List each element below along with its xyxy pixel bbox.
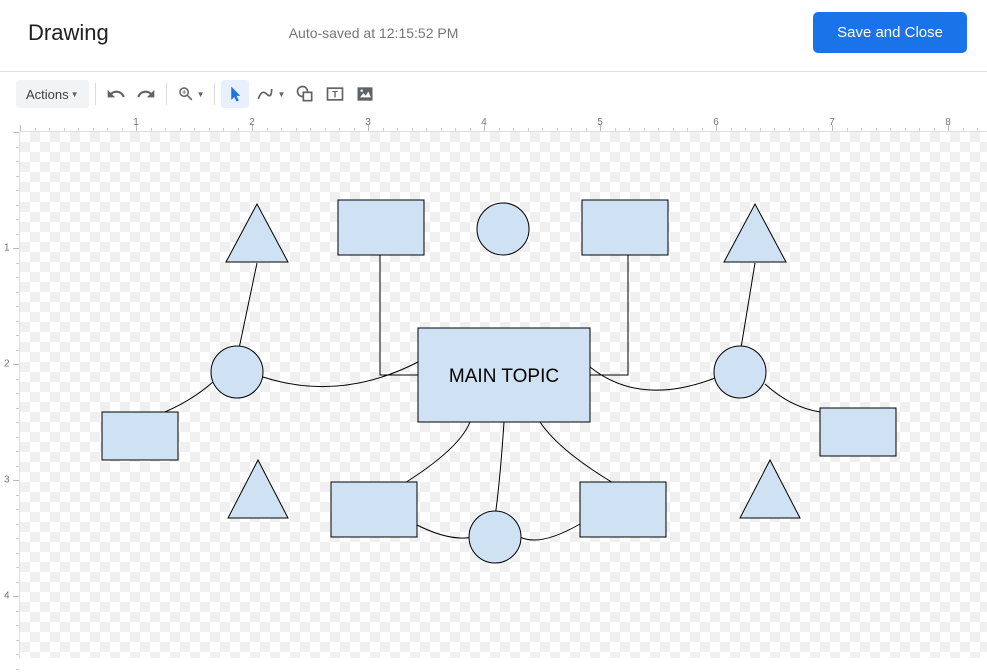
triangle-shape <box>724 204 786 262</box>
textbox-tool-button[interactable]: T <box>321 80 349 108</box>
main-topic-text: MAIN TOPIC <box>449 366 559 387</box>
rect-shape <box>582 200 668 255</box>
image-tool-button[interactable] <box>351 80 379 108</box>
chevron-down-icon: ▼ <box>197 90 205 99</box>
rect-shape <box>102 412 178 460</box>
page-title: Drawing <box>28 20 109 46</box>
toolbar-divider <box>95 83 96 105</box>
triangle-shape <box>228 460 288 518</box>
circle-shape <box>714 346 766 398</box>
textbox-icon: T <box>325 84 345 104</box>
redo-button[interactable] <box>132 80 160 108</box>
image-icon <box>355 84 375 104</box>
vertical-ruler: 1234 <box>0 132 20 658</box>
toolbar: Actions ▼ ▼ ▼ T <box>0 72 987 116</box>
triangle-shape <box>226 204 288 262</box>
undo-icon <box>106 84 126 104</box>
triangle-shape <box>740 460 800 518</box>
line-tool-button[interactable]: ▼ <box>251 80 289 108</box>
toolbar-divider <box>166 83 167 105</box>
chevron-down-icon: ▼ <box>277 90 285 99</box>
rect-shape <box>331 482 417 537</box>
diagram-svg: MAIN TOPIC <box>20 132 987 672</box>
undo-button[interactable] <box>102 80 130 108</box>
circle-shape <box>469 511 521 563</box>
shape-tool-button[interactable] <box>291 80 319 108</box>
shape-icon <box>295 84 315 104</box>
rect-shape <box>580 482 666 537</box>
header-bar: Drawing Auto-saved at 12:15:52 PM Save a… <box>0 0 987 72</box>
horizontal-ruler: 12345678 <box>20 116 987 132</box>
rect-shape <box>820 408 896 456</box>
select-tool-button[interactable] <box>221 80 249 108</box>
actions-menu-button[interactable]: Actions ▼ <box>16 80 89 108</box>
autosave-status: Auto-saved at 12:15:52 PM <box>289 25 459 41</box>
circle-shape <box>211 346 263 398</box>
cursor-icon <box>226 85 244 103</box>
chevron-down-icon: ▼ <box>71 90 79 99</box>
zoom-icon <box>177 85 195 103</box>
redo-icon <box>136 84 156 104</box>
zoom-button[interactable]: ▼ <box>173 80 209 108</box>
workspace: 12345678 1234 <box>0 116 987 658</box>
toolbar-divider <box>214 83 215 105</box>
drawing-canvas[interactable]: MAIN TOPIC <box>20 132 987 658</box>
circle-shape <box>477 203 529 255</box>
rect-shape <box>338 200 424 255</box>
line-icon <box>255 84 275 104</box>
save-and-close-button[interactable]: Save and Close <box>813 12 967 53</box>
svg-text:T: T <box>333 89 339 99</box>
